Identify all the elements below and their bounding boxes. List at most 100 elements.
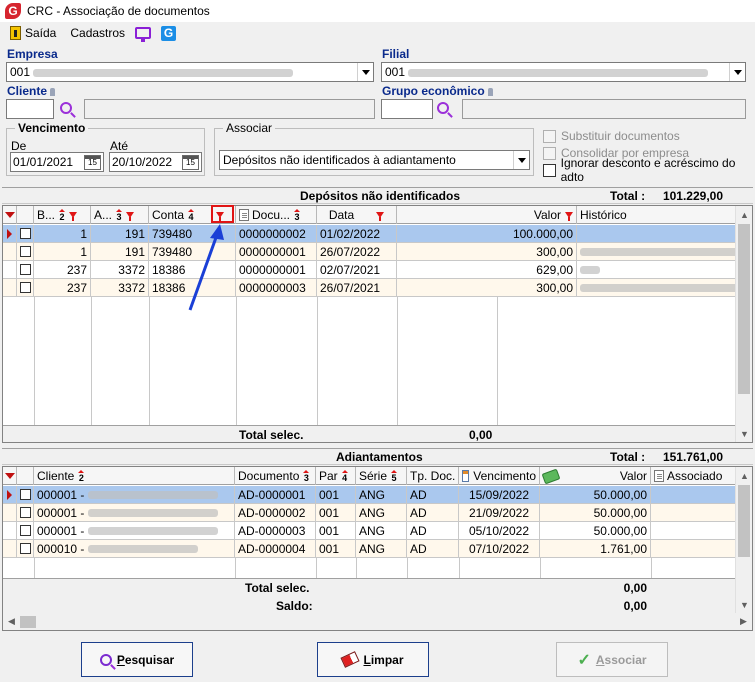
grupo-search-icon[interactable] xyxy=(437,102,449,114)
header-vencimento[interactable]: Vencimento xyxy=(459,467,540,485)
table-row[interactable]: 1 191 739480 0000000001 26/07/2022 300,0… xyxy=(3,243,752,261)
header-cliente[interactable]: Cliente 2 xyxy=(34,467,235,485)
row-indicator xyxy=(3,261,17,279)
exit-label: Saída xyxy=(25,26,57,40)
header-indicator[interactable] xyxy=(3,206,17,224)
header-associado[interactable]: Associado xyxy=(651,467,736,485)
row-checkbox[interactable] xyxy=(19,228,31,239)
row-checkbox[interactable] xyxy=(19,543,31,554)
exit-menu[interactable]: Saída xyxy=(6,25,60,41)
pin-icon xyxy=(50,87,56,96)
filter-icon[interactable] xyxy=(69,212,78,221)
table-row[interactable]: 000001 - AD-0000002 001 ANG AD 21/09/202… xyxy=(3,504,736,522)
adiantamentos-title: Adiantamentos xyxy=(336,449,423,464)
scroll-left-icon[interactable]: ◀ xyxy=(3,613,20,630)
cell-associado xyxy=(651,540,736,558)
header-check xyxy=(17,467,34,485)
row-check-cell[interactable] xyxy=(17,279,34,297)
row-check-cell[interactable] xyxy=(17,225,34,243)
filial-select[interactable]: 001 xyxy=(381,62,746,82)
calendar-icon[interactable]: 15 xyxy=(182,154,199,170)
substituir-checkbox-row[interactable]: Substituir documentos xyxy=(543,128,755,144)
cell-banco: 237 xyxy=(34,279,91,297)
scroll-down-icon[interactable]: ▼ xyxy=(736,596,752,613)
header-data[interactable]: Data xyxy=(317,206,397,224)
header-documento[interactable]: Documento 3 xyxy=(235,467,316,485)
header-historico[interactable]: Histórico xyxy=(577,206,752,224)
row-checkbox[interactable] xyxy=(19,525,31,536)
search-icon xyxy=(99,653,112,666)
associar-select[interactable]: Depósitos não identificados à adiantamen… xyxy=(219,150,530,170)
depositos-vscrollbar[interactable]: ▲ ▼ xyxy=(735,206,752,442)
limpar-button[interactable]: Limpar xyxy=(317,642,429,677)
filter-icon[interactable] xyxy=(376,212,385,221)
table-row[interactable]: 000010 - AD-0000004 001 ANG AD 07/10/202… xyxy=(3,540,736,558)
table-row[interactable]: 000001 - AD-0000001 001 ANG AD 15/09/202… xyxy=(3,486,736,504)
row-checkbox[interactable] xyxy=(19,282,31,293)
scroll-up-icon[interactable]: ▲ xyxy=(736,467,752,484)
header-indicator[interactable] xyxy=(3,467,17,485)
substituir-checkbox[interactable] xyxy=(543,129,556,143)
header-valor[interactable]: Valor xyxy=(397,206,577,224)
empresa-select[interactable]: 001 xyxy=(6,62,374,82)
g-app-icon[interactable]: G xyxy=(161,25,177,41)
monitor-icon[interactable] xyxy=(135,27,152,42)
header-banco[interactable]: B... 2 xyxy=(34,206,91,224)
scroll-up-icon[interactable]: ▲ xyxy=(736,206,752,223)
header-valor[interactable]: Valor xyxy=(540,467,651,485)
scroll-thumb[interactable] xyxy=(738,224,750,394)
row-checkbox[interactable] xyxy=(19,489,31,500)
row-checkbox[interactable] xyxy=(19,246,31,257)
table-row[interactable]: 237 3372 18386 0000000003 26/07/2021 300… xyxy=(3,279,752,297)
cell-documento: AD-0000004 xyxy=(235,540,316,558)
table-row[interactable]: 000001 - AD-0000003 001 ANG AD 05/10/202… xyxy=(3,522,736,540)
table-row[interactable]: 237 3372 18386 0000000001 02/07/2021 629… xyxy=(3,261,752,279)
row-check-cell[interactable] xyxy=(17,243,34,261)
current-row-icon xyxy=(7,489,12,500)
ignorar-checkbox-row[interactable]: Ignorar desconto e acréscimo do adto xyxy=(543,156,755,184)
options-group: Substituir documentos Consolidar por emp… xyxy=(543,128,755,184)
header-documento[interactable]: Docu... 3 xyxy=(236,206,317,224)
de-date-input[interactable]: 01/01/2021 15 xyxy=(10,152,104,172)
pesquisar-button[interactable]: Pesquisar xyxy=(81,642,193,677)
cell-documento: AD-0000002 xyxy=(235,504,316,522)
row-indicator xyxy=(3,522,17,540)
adiantamentos-hscrollbar[interactable]: ◀ ▶ xyxy=(3,613,752,630)
scroll-thumb[interactable] xyxy=(738,485,750,557)
chevron-down-icon[interactable] xyxy=(357,63,373,81)
row-indicator xyxy=(3,225,17,243)
row-checkbox[interactable] xyxy=(19,264,31,275)
ignorar-checkbox[interactable] xyxy=(543,163,556,177)
filter-icon[interactable] xyxy=(126,212,135,221)
scroll-thumb[interactable] xyxy=(20,615,36,628)
ate-date-input[interactable]: 20/10/2022 15 xyxy=(109,152,202,172)
cell-serie: ANG xyxy=(356,486,407,504)
adiantamentos-vscrollbar[interactable]: ▲ ▼ xyxy=(735,467,752,613)
chevron-down-icon[interactable] xyxy=(513,151,529,169)
cadastros-menu[interactable]: Cadastros xyxy=(66,25,129,41)
header-parcela[interactable]: Par 4 xyxy=(316,467,356,485)
row-check-cell[interactable] xyxy=(17,504,34,522)
cliente-code-input[interactable] xyxy=(6,99,54,119)
chevron-down-icon[interactable] xyxy=(729,63,745,81)
cell-serie: ANG xyxy=(356,540,407,558)
table-row[interactable]: 1 191 739480 0000000002 01/02/2022 100.0… xyxy=(3,225,752,243)
row-check-cell[interactable] xyxy=(17,522,34,540)
header-serie[interactable]: Série 5 xyxy=(356,467,407,485)
filter-icon[interactable] xyxy=(565,212,573,221)
row-check-cell[interactable] xyxy=(17,261,34,279)
cliente-search-icon[interactable] xyxy=(60,102,72,114)
row-check-cell[interactable] xyxy=(17,486,34,504)
row-check-cell[interactable] xyxy=(17,540,34,558)
row-checkbox[interactable] xyxy=(19,507,31,518)
header-tp-doc[interactable]: Tp. Doc. xyxy=(407,467,459,485)
header-agencia[interactable]: A... 3 xyxy=(91,206,149,224)
consolidar-checkbox[interactable] xyxy=(543,146,556,160)
scroll-right-icon[interactable]: ▶ xyxy=(735,613,752,630)
grupo-code-input[interactable] xyxy=(381,99,433,119)
depositos-title: Depósitos não identificados xyxy=(300,188,461,203)
calendar-icon[interactable]: 15 xyxy=(84,154,101,170)
associar-button[interactable]: ✓ Associar xyxy=(556,642,668,677)
cell-documento: 0000000001 xyxy=(236,261,317,279)
scroll-down-icon[interactable]: ▼ xyxy=(736,425,752,442)
